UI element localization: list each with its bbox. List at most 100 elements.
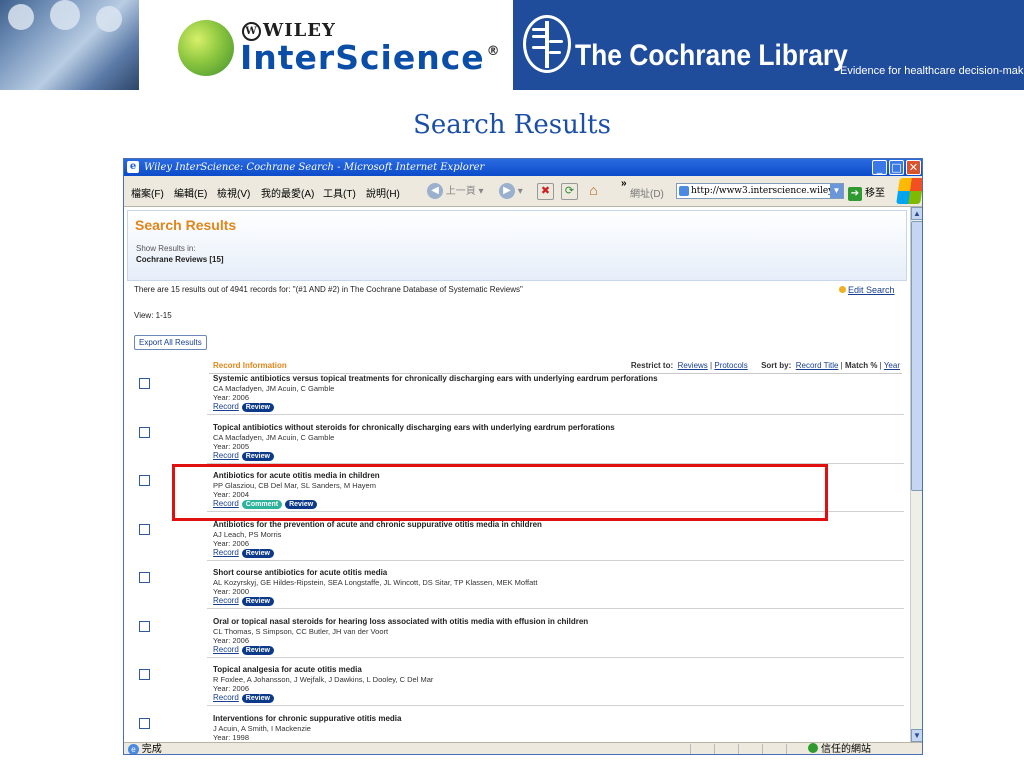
page-icon bbox=[679, 186, 689, 196]
globe-icon bbox=[178, 20, 234, 76]
maximize-button[interactable]: □ bbox=[889, 160, 904, 175]
cochrane-reviews-link[interactable]: Cochrane Reviews [15] bbox=[136, 255, 224, 264]
trusted-zone-icon bbox=[808, 743, 818, 753]
status-text: 完成 bbox=[141, 744, 162, 755]
address-label: 網址(D) bbox=[630, 189, 664, 200]
export-all-button[interactable]: Export All Results bbox=[134, 335, 207, 350]
cochrane-emblem-icon bbox=[523, 15, 571, 73]
record-title: Short course antibiotics for acute otiti… bbox=[213, 568, 388, 577]
select-checkbox[interactable] bbox=[139, 523, 150, 535]
menu-edit[interactable]: 編輯(E) bbox=[174, 185, 207, 200]
interscience-brand: InterScience bbox=[240, 38, 485, 77]
sort-year-link[interactable]: Year bbox=[884, 361, 900, 370]
record-year: Year: 2000 bbox=[213, 587, 250, 596]
toolbar: 檔案(F) 編輯(E) 檢視(V) 我的最愛(A) 工具(T) 說明(H) ◀ … bbox=[124, 176, 922, 207]
highlight-box bbox=[172, 464, 828, 521]
row-divider bbox=[207, 414, 904, 415]
record-title: Systemic antibiotics versus topical trea… bbox=[213, 374, 658, 383]
record-authors: R Foxlee, A Johansson, J Wejfalk, J Dawk… bbox=[213, 675, 434, 684]
go-button[interactable]: ➔ 移至 bbox=[848, 184, 885, 201]
edit-search-link[interactable]: Edit Search bbox=[839, 285, 895, 295]
scroll-up-arrow[interactable]: ▲ bbox=[911, 207, 922, 220]
back-button[interactable]: ◀ 上一頁 ▾ bbox=[427, 183, 484, 200]
select-checkbox[interactable] bbox=[139, 426, 150, 438]
record-authors: J Acuin, A Smith, I Mackenzie bbox=[213, 723, 311, 733]
record-title: Topical analgesia for acute otitis media bbox=[213, 665, 362, 674]
toolbar-more[interactable]: » bbox=[621, 178, 627, 189]
restrict-protocols-link[interactable]: Protocols bbox=[714, 361, 747, 370]
record-link[interactable]: Record bbox=[213, 548, 239, 557]
vertical-scrollbar[interactable]: ▲ ▼ bbox=[910, 207, 922, 742]
scroll-down-arrow[interactable]: ▼ bbox=[911, 729, 922, 742]
record-authors: AJ Leach, PS Morris bbox=[213, 529, 282, 539]
page-title: Search Results bbox=[135, 217, 237, 233]
select-checkbox[interactable] bbox=[139, 475, 150, 486]
minimize-button[interactable]: _ bbox=[872, 160, 887, 175]
select-checkbox[interactable] bbox=[139, 572, 150, 583]
sort-record-title-link[interactable]: Record Title bbox=[796, 361, 839, 370]
wiley-interscience-logo: W WILEY InterScience ® bbox=[168, 8, 501, 84]
search-results-pane: Search Results Show Results in: Cochrane… bbox=[127, 210, 907, 281]
review-badge[interactable]: Review bbox=[241, 597, 274, 606]
record-title: Interventions for chronic suppurative ot… bbox=[213, 713, 402, 723]
browser-window: e Wiley InterScience: Cochrane Search - … bbox=[123, 158, 923, 755]
home-icon[interactable]: ⌂ bbox=[585, 183, 602, 200]
record-year: Year: 2006 bbox=[213, 635, 250, 645]
review-badge[interactable]: Review bbox=[241, 694, 274, 703]
sort-match-current: Match % bbox=[844, 361, 878, 370]
record-link[interactable]: Record bbox=[213, 402, 239, 411]
sort-by-label: Sort by: bbox=[761, 361, 792, 370]
review-badge[interactable]: Review bbox=[241, 548, 274, 558]
refresh-icon[interactable]: ⟳ bbox=[561, 183, 578, 200]
record-year: Year: 2006 bbox=[213, 393, 250, 402]
cochrane-library-logo: The Cochrane Library Evidence for health… bbox=[513, 0, 1024, 90]
ie-icon: e bbox=[127, 161, 139, 173]
surgeons-photo bbox=[0, 0, 139, 90]
stop-icon[interactable]: ✖ bbox=[537, 183, 554, 200]
menu-favorites[interactable]: 我的最愛(A) bbox=[261, 185, 314, 200]
record-authors: AL Kozyrskyj, GE Hildes-Ripstein, SEA Lo… bbox=[213, 578, 538, 587]
close-button[interactable]: ✕ bbox=[906, 160, 921, 175]
record-link[interactable]: Record bbox=[213, 693, 239, 702]
results-header: Record Information Restrict to: Reviews … bbox=[209, 361, 902, 374]
back-label: 上一頁 bbox=[445, 186, 476, 197]
results-summary: There are 15 results out of 4941 records… bbox=[134, 285, 523, 294]
review-badge[interactable]: Review bbox=[241, 451, 274, 461]
select-checkbox[interactable] bbox=[139, 669, 150, 680]
title-bar[interactable]: e Wiley InterScience: Cochrane Search - … bbox=[124, 159, 922, 176]
restrict-to-label: Restrict to: bbox=[630, 361, 674, 370]
record-year: Year: 2006 bbox=[213, 538, 250, 548]
show-results-label: Show Results in: bbox=[136, 244, 196, 253]
record-title: Oral or topical nasal steroids for heari… bbox=[213, 616, 589, 626]
zone-text: 信任的網站 bbox=[821, 744, 871, 755]
select-checkbox[interactable] bbox=[139, 620, 150, 632]
menu-view[interactable]: 檢視(V) bbox=[217, 185, 250, 200]
menu-file[interactable]: 檔案(F) bbox=[131, 185, 164, 200]
cochrane-title: The Cochrane Library bbox=[575, 39, 848, 72]
row-divider bbox=[207, 608, 904, 609]
select-checkbox[interactable] bbox=[139, 378, 150, 389]
back-arrow-icon: ◀ bbox=[427, 183, 443, 200]
menu-help[interactable]: 說明(H) bbox=[366, 185, 400, 200]
status-bar: e 完成 信任的網站 bbox=[124, 742, 922, 755]
page-done-icon: e bbox=[128, 743, 139, 754]
row-divider bbox=[207, 705, 904, 706]
record-link[interactable]: Record bbox=[213, 451, 239, 460]
select-checkbox[interactable] bbox=[139, 717, 150, 729]
registered-mark: ® bbox=[486, 44, 501, 59]
menu-tools[interactable]: 工具(T) bbox=[323, 185, 356, 200]
banner: W WILEY InterScience ® The Cochrane Librar… bbox=[0, 0, 1024, 90]
scroll-thumb[interactable] bbox=[911, 221, 922, 491]
forward-button[interactable]: ▶ ▾ bbox=[499, 183, 523, 200]
review-badge[interactable]: Review bbox=[241, 645, 274, 655]
review-badge[interactable]: Review bbox=[241, 403, 274, 412]
record-year: Year: 2006 bbox=[213, 684, 250, 693]
address-dropdown[interactable]: ▼ bbox=[830, 184, 843, 198]
windows-logo-icon bbox=[896, 178, 922, 204]
record-link[interactable]: Record bbox=[213, 596, 239, 605]
address-bar[interactable]: http://www3.interscience.wiley.com/co bbox=[676, 183, 844, 199]
record-authors: CA Macfadyen, JM Acuin, C Gamble bbox=[213, 384, 335, 393]
restrict-reviews-link[interactable]: Reviews bbox=[678, 361, 708, 370]
record-link[interactable]: Record bbox=[213, 645, 239, 654]
record-title: Topical antibiotics without steroids for… bbox=[213, 422, 615, 432]
